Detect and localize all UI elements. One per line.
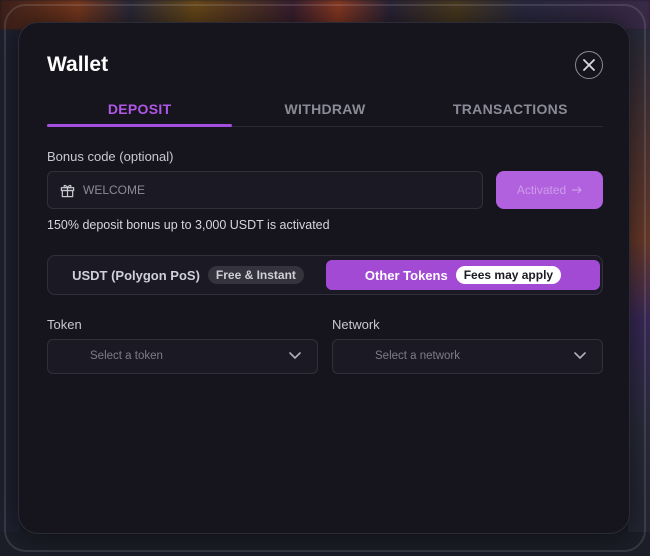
toggle-usdt-polygon[interactable]: USDT (Polygon PoS) Free & Instant xyxy=(52,260,324,290)
tab-transactions[interactable]: TRANSACTIONS xyxy=(418,95,603,126)
close-icon xyxy=(583,59,595,71)
bonus-code-label: Bonus code (optional) xyxy=(47,149,174,164)
wallet-tabs: DEPOSIT WITHDRAW TRANSACTIONS xyxy=(47,95,603,127)
activate-button-label: Activated xyxy=(516,183,567,197)
token-source-toggle: USDT (Polygon PoS) Free & Instant Other … xyxy=(47,255,603,295)
chevron-down-icon xyxy=(574,352,586,360)
wallet-modal: Wallet DEPOSIT WITHDRAW TRANSACTIONS Bon… xyxy=(18,22,630,534)
fees-badge: Fees may apply xyxy=(455,266,562,284)
network-select-placeholder: Select a network xyxy=(375,350,461,362)
bonus-code-field[interactable] xyxy=(47,171,483,209)
bonus-code-input[interactable] xyxy=(83,183,463,197)
toggle-usdt-label: USDT (Polygon PoS) xyxy=(72,267,200,283)
token-label: Token xyxy=(47,317,82,332)
activate-bonus-button[interactable]: Activated xyxy=(496,171,603,209)
network-label: Network xyxy=(332,317,380,332)
gift-icon xyxy=(60,184,75,197)
bonus-status-text: 150% deposit bonus up to 3,000 USDT is a… xyxy=(47,218,330,232)
free-instant-badge: Free & Instant xyxy=(207,266,304,284)
toggle-other-label: Other Tokens xyxy=(364,267,448,283)
tab-deposit[interactable]: DEPOSIT xyxy=(47,95,233,127)
arrow-right-icon xyxy=(572,183,583,197)
token-select[interactable]: Select a token xyxy=(47,339,318,374)
close-button[interactable] xyxy=(575,51,603,79)
tab-withdraw[interactable]: WITHDRAW xyxy=(232,95,417,126)
modal-title: Wallet xyxy=(47,53,109,76)
network-select[interactable]: Select a network xyxy=(332,339,603,374)
toggle-other-tokens[interactable]: Other Tokens Fees may apply xyxy=(326,260,600,290)
chevron-down-icon xyxy=(289,352,301,360)
token-select-placeholder: Select a token xyxy=(90,350,163,362)
